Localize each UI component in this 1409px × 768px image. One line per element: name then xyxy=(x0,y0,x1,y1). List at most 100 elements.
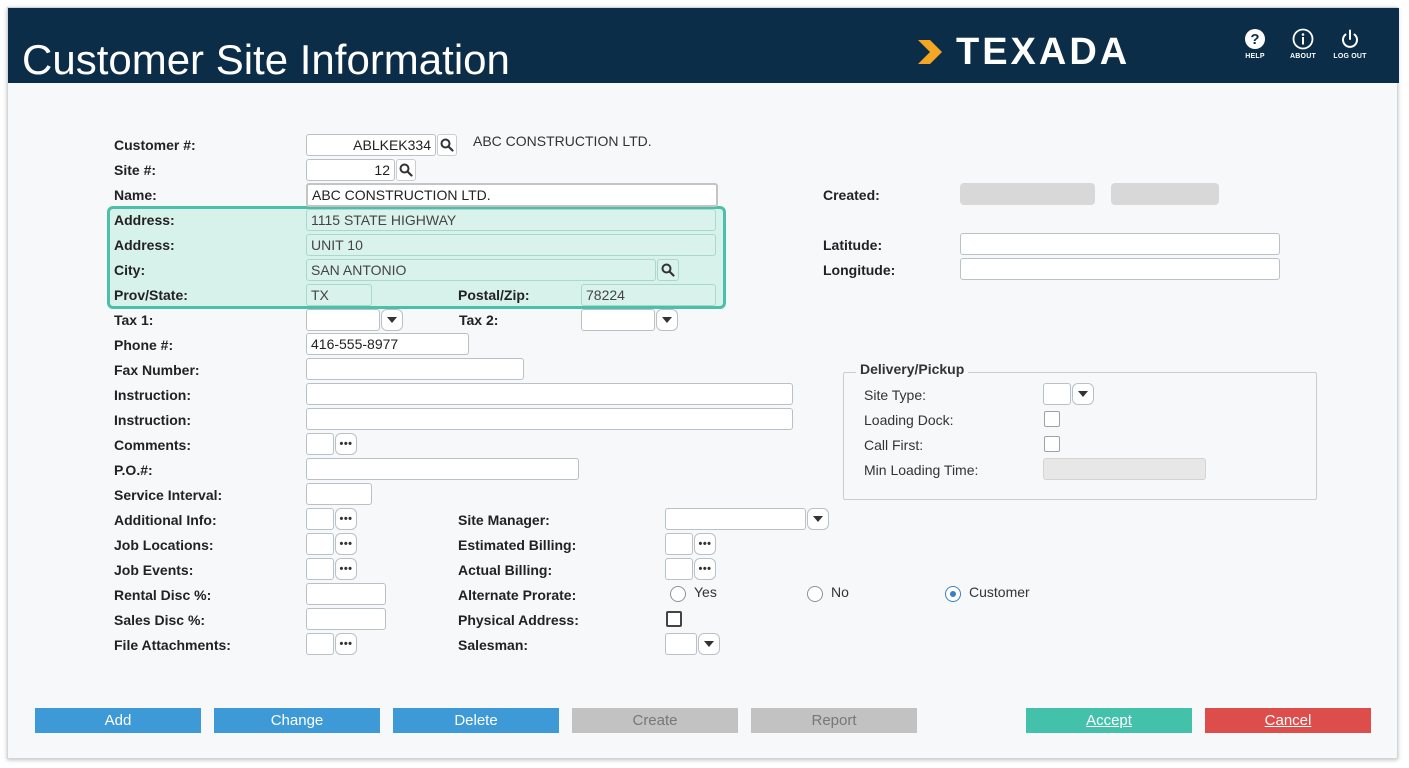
site-manager-dropdown-button[interactable] xyxy=(807,508,829,530)
tax1-select[interactable] xyxy=(306,309,380,331)
job-locations-label: Job Locations: xyxy=(114,537,214,553)
fax-input[interactable] xyxy=(306,358,524,380)
physical-address-label: Physical Address: xyxy=(458,612,579,628)
loading-dock-checkbox[interactable] xyxy=(1044,411,1060,427)
phone-input[interactable]: 416-555-8977 xyxy=(306,333,469,355)
site-number-input[interactable]: 12 xyxy=(306,159,395,181)
estimated-billing-label: Estimated Billing: xyxy=(458,537,577,553)
actual-billing-input[interactable] xyxy=(665,558,693,580)
created-date-field xyxy=(960,183,1095,205)
city-search-button[interactable] xyxy=(657,259,679,281)
physical-address-checkbox[interactable] xyxy=(666,611,682,627)
city-input[interactable]: SAN ANTONIO xyxy=(306,259,656,281)
job-locations-input[interactable] xyxy=(306,533,334,555)
search-icon xyxy=(440,138,454,152)
address1-input[interactable]: 1115 STATE HIGHWAY xyxy=(306,209,716,231)
min-loading-time-label: Min Loading Time: xyxy=(864,462,979,478)
sales-disc-input[interactable] xyxy=(306,608,386,630)
city-label: City: xyxy=(114,262,146,278)
customer-search-button[interactable] xyxy=(437,134,457,156)
help-button[interactable]: ? HELP xyxy=(1233,28,1277,60)
salesman-select[interactable] xyxy=(665,633,697,655)
svg-text:?: ? xyxy=(1250,31,1259,48)
rental-disc-label: Rental Disc %: xyxy=(114,587,212,603)
address2-input[interactable]: UNIT 10 xyxy=(306,234,716,256)
job-locations-more-button[interactable]: ••• xyxy=(335,533,357,555)
additional-info-more-button[interactable]: ••• xyxy=(335,508,357,530)
texada-logo: TEXADA xyxy=(916,31,1130,73)
chevron-down-icon xyxy=(704,641,714,647)
texada-chevron-icon xyxy=(918,40,942,64)
longitude-label: Longitude: xyxy=(823,262,896,278)
prorate-customer-radio[interactable] xyxy=(945,586,961,602)
job-events-more-button[interactable]: ••• xyxy=(335,558,357,580)
search-icon xyxy=(399,163,413,177)
longitude-input[interactable] xyxy=(960,258,1280,280)
postal-zip-label: Postal/Zip: xyxy=(458,287,530,303)
tax2-dropdown-button[interactable] xyxy=(656,309,678,331)
comments-input[interactable] xyxy=(306,433,334,455)
logout-label: LOG OUT xyxy=(1333,53,1367,60)
name-label: Name: xyxy=(114,187,157,203)
name-input[interactable]: ABC CONSTRUCTION LTD. xyxy=(306,183,718,207)
fax-label: Fax Number: xyxy=(114,362,200,378)
call-first-checkbox[interactable] xyxy=(1044,436,1060,452)
prov-state-input[interactable]: TX xyxy=(306,284,372,306)
instruction1-input[interactable] xyxy=(306,383,793,405)
estimated-billing-more-button[interactable]: ••• xyxy=(694,533,716,555)
salesman-dropdown-button[interactable] xyxy=(698,633,720,655)
create-button[interactable]: Create xyxy=(572,708,738,733)
customer-site-window: Customer Site Information TEXADA ? HELP … xyxy=(7,7,1399,759)
actual-billing-label: Actual Billing: xyxy=(458,562,553,578)
job-events-input[interactable] xyxy=(306,558,334,580)
job-events-label: Job Events: xyxy=(114,562,194,578)
app-header: Customer Site Information TEXADA ? HELP … xyxy=(8,8,1399,83)
prorate-no-radio[interactable] xyxy=(807,586,823,602)
change-button[interactable]: Change xyxy=(214,708,380,733)
site-type-dropdown-button[interactable] xyxy=(1072,383,1094,405)
service-interval-input[interactable] xyxy=(306,483,372,505)
about-button[interactable]: ABOUT xyxy=(1281,28,1325,60)
cancel-button[interactable]: Cancel xyxy=(1205,708,1371,733)
delete-button[interactable]: Delete xyxy=(393,708,559,733)
call-first-label: Call First: xyxy=(864,437,924,453)
tax2-label: Tax 2: xyxy=(459,312,499,328)
salesman-label: Salesman: xyxy=(458,637,529,653)
po-input[interactable] xyxy=(306,458,579,480)
file-attachments-more-button[interactable]: ••• xyxy=(335,633,357,655)
rental-disc-input[interactable] xyxy=(306,583,386,605)
site-search-button[interactable] xyxy=(396,159,416,181)
logout-button[interactable]: LOG OUT xyxy=(1328,28,1372,60)
tax2-select[interactable] xyxy=(581,309,655,331)
comments-more-button[interactable]: ••• xyxy=(335,433,357,455)
prorate-no-label: No xyxy=(831,584,849,600)
customer-number-input[interactable]: ABLKEK334 xyxy=(306,134,436,156)
delivery-pickup-legend: Delivery/Pickup xyxy=(856,361,969,377)
phone-label: Phone #: xyxy=(114,337,174,353)
prov-state-label: Prov/State: xyxy=(114,287,188,303)
min-loading-time-input[interactable] xyxy=(1043,458,1206,480)
help-icon: ? xyxy=(1245,29,1265,49)
file-attachments-input[interactable] xyxy=(306,633,334,655)
latitude-label: Latitude: xyxy=(823,237,883,253)
site-type-select[interactable] xyxy=(1043,383,1071,405)
report-button[interactable]: Report xyxy=(751,708,917,733)
latitude-input[interactable] xyxy=(960,233,1280,255)
estimated-billing-input[interactable] xyxy=(665,533,693,555)
actual-billing-more-button[interactable]: ••• xyxy=(694,558,716,580)
additional-info-input[interactable] xyxy=(306,508,334,530)
instruction2-input[interactable] xyxy=(306,408,793,430)
prorate-yes-label: Yes xyxy=(694,584,717,600)
prorate-yes-radio[interactable] xyxy=(670,586,686,602)
alternate-prorate-label: Alternate Prorate: xyxy=(458,587,577,603)
address2-label: Address: xyxy=(114,237,175,253)
tax1-dropdown-button[interactable] xyxy=(381,309,403,331)
accept-button[interactable]: Accept xyxy=(1026,708,1192,733)
comments-label: Comments: xyxy=(114,437,192,453)
created-label: Created: xyxy=(823,187,880,203)
site-manager-select[interactable] xyxy=(665,508,806,530)
help-label: HELP xyxy=(1245,53,1265,60)
postal-zip-input[interactable]: 78224 xyxy=(581,284,716,306)
add-button[interactable]: Add xyxy=(35,708,201,733)
sales-disc-label: Sales Disc %: xyxy=(114,612,206,628)
